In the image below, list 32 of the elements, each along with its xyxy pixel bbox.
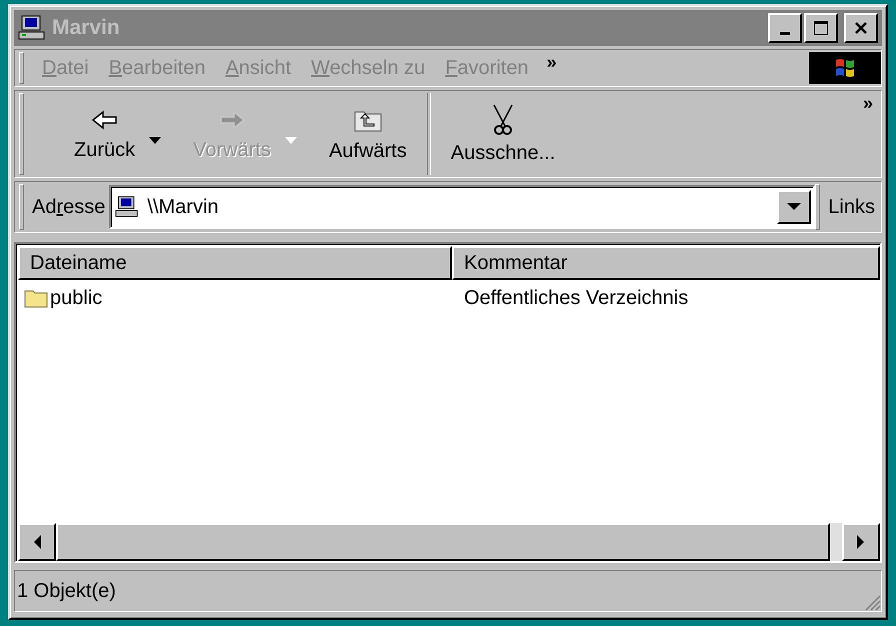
dropdown-arrow-icon [284,136,297,144]
dropdown-arrow-icon [149,136,162,144]
links-button[interactable]: Links [828,196,877,218]
right-arrow-icon [857,535,865,549]
toolbar-button[interactable]: Zurück [68,104,168,164]
windows-logo [809,52,881,84]
table-cell: Oeffentliches Verzeichnis [464,286,688,310]
maximize-button[interactable] [804,13,838,43]
minimize-button[interactable] [768,13,802,43]
column-header[interactable]: Kommentar [452,246,880,280]
column-header[interactable]: Dateiname [18,246,452,280]
computer-icon [115,195,140,219]
file-name[interactable]: public [50,286,102,310]
chevron-button[interactable]: » [546,52,557,73]
dropdown-button[interactable] [777,190,812,224]
address-label: Adresse [32,196,106,218]
toolbar-button[interactable]: Aufwärts [322,104,413,164]
scroll-left-button[interactable] [18,523,56,561]
minimize-icon [780,32,790,34]
maximize-icon [813,20,829,36]
caret-icon [787,203,802,211]
close-button[interactable] [844,13,878,43]
toolbar-button[interactable]: Ausschne... [444,102,562,166]
scroll-right-button[interactable] [842,523,880,561]
chevron-button[interactable]: » [862,93,873,114]
folder-icon [24,288,48,308]
close-icon [854,21,868,35]
window-title: Marvin [52,16,120,40]
left-arrow-icon [33,535,41,549]
computer-icon [18,15,46,41]
status-text: 1 Objekt(e) [17,580,116,602]
address-field[interactable]: \\Marvin [109,185,816,229]
